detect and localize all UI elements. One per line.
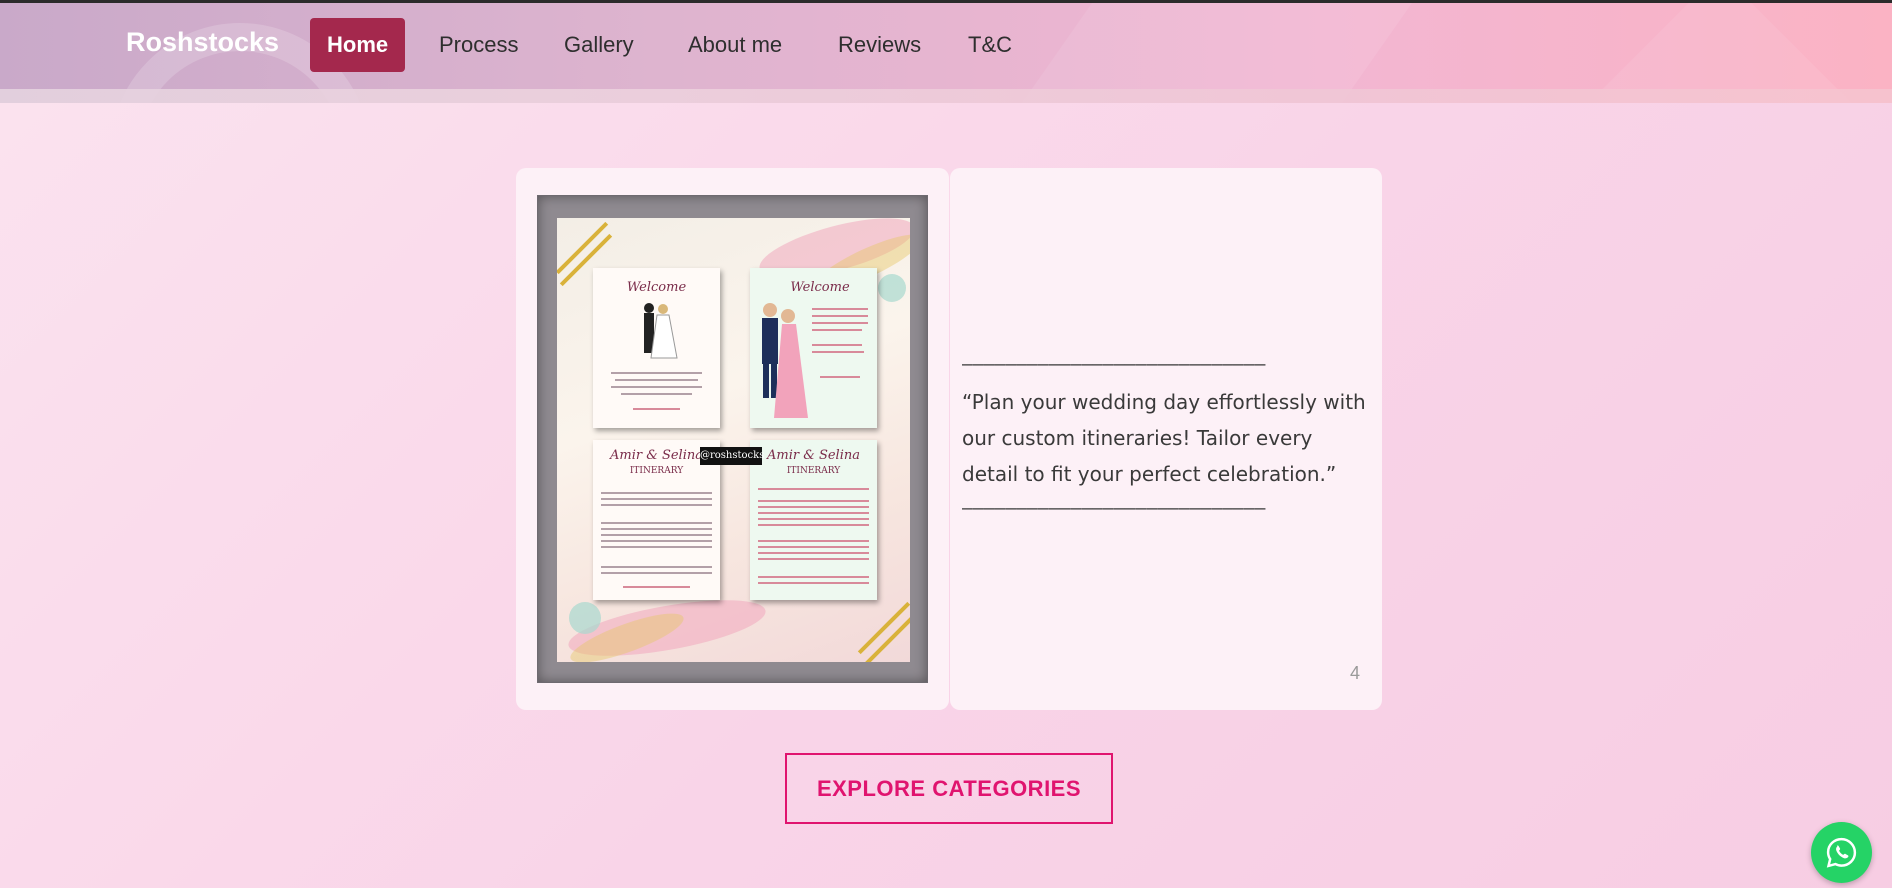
image-watermark: @roshstocks bbox=[700, 447, 764, 465]
itinerary-title: ITINERARY bbox=[629, 466, 684, 476]
whatsapp-chat-button[interactable] bbox=[1811, 822, 1872, 883]
navbar: Roshstocks Home Process Gallery About me… bbox=[0, 3, 1892, 103]
brand-logo-link[interactable]: Roshstocks bbox=[126, 27, 279, 58]
welcome-card-left: Welcome bbox=[593, 268, 720, 428]
slide-image-card: Welcome Welcome Amir & Selina ITINERARY … bbox=[516, 168, 949, 710]
itinerary-title: ITINERARY bbox=[786, 466, 841, 476]
slide-quote-card: ———————————————————————————— “Plan your … bbox=[950, 168, 1382, 710]
welcome-card-right: Welcome bbox=[750, 268, 877, 428]
bride-groom-silhouette bbox=[644, 303, 678, 359]
welcome-title: Welcome bbox=[626, 280, 687, 295]
welcome-title: Welcome bbox=[790, 280, 850, 295]
slide-number: 4 bbox=[1349, 663, 1360, 683]
explore-categories-button[interactable]: EXPLORE CATEGORIES bbox=[785, 753, 1113, 824]
navbar-bottom-strip bbox=[0, 89, 1892, 103]
slide-image-frame: Welcome Welcome Amir & Selina ITINERARY … bbox=[537, 195, 928, 683]
nav-gallery[interactable]: Gallery bbox=[547, 18, 651, 72]
quote-divider-bottom: ———————————————————————————— bbox=[962, 498, 1266, 519]
itinerary-card-right: Amir & Selina ITINERARY bbox=[750, 440, 877, 600]
nav-reviews[interactable]: Reviews bbox=[821, 18, 938, 72]
itinerary-poster-image: Welcome Welcome Amir & Selina ITINERARY … bbox=[557, 218, 910, 662]
whatsapp-icon bbox=[1826, 837, 1857, 868]
quote-divider-top: ———————————————————————————— bbox=[962, 354, 1266, 375]
slide-quote-text: “Plan your wedding day effortlessly with… bbox=[962, 390, 1366, 486]
nav-terms[interactable]: T&C bbox=[951, 18, 1029, 72]
nav-home[interactable]: Home bbox=[310, 18, 406, 72]
itinerary-names: Amir & Selina bbox=[767, 448, 860, 463]
navbar-decoration bbox=[1578, 3, 1862, 103]
nav-about-me[interactable]: About me bbox=[671, 18, 799, 72]
navbar-decoration bbox=[979, 3, 1441, 103]
couple-illustration bbox=[762, 303, 808, 418]
nav-process[interactable]: Process bbox=[422, 18, 535, 72]
